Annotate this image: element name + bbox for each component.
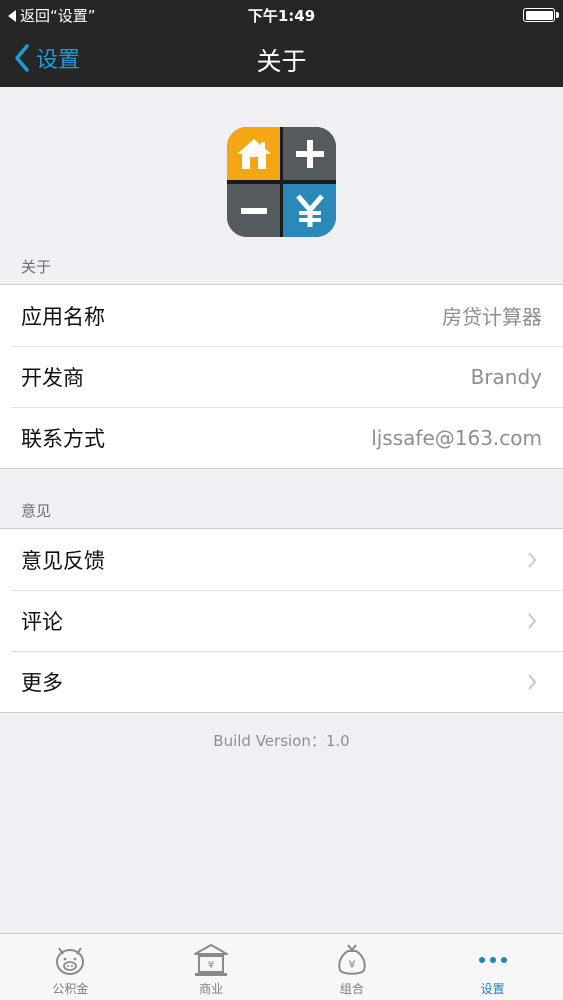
row-label: 更多 bbox=[21, 670, 63, 695]
about-group: 应用名称 房贷计算器 开发商 Brandy 联系方式 ljssafe@163.c… bbox=[0, 284, 563, 469]
plus-icon bbox=[283, 127, 336, 180]
battery-icon bbox=[523, 8, 559, 22]
yen-icon bbox=[283, 184, 336, 237]
feedback-group: 意见反馈 评论 更多 bbox=[0, 528, 563, 713]
more-dots-icon bbox=[478, 957, 507, 963]
tab-label: 公积金 bbox=[52, 982, 89, 996]
pig-icon bbox=[56, 947, 85, 975]
tab-combined[interactable]: ¥ 组合 bbox=[282, 934, 423, 1000]
row-value: 房贷计算器 bbox=[442, 305, 542, 329]
contact-email[interactable]: ljssafe@163.com bbox=[371, 426, 542, 450]
chevron-right-icon bbox=[528, 552, 537, 568]
section-header-about: 关于 bbox=[21, 258, 52, 276]
status-time: 下午1:49 bbox=[247, 7, 316, 25]
tab-housing-fund[interactable]: 公积金 bbox=[0, 934, 141, 1000]
house-icon bbox=[227, 127, 280, 180]
row-value: Brandy bbox=[470, 364, 542, 389]
minus-icon bbox=[227, 184, 280, 237]
tab-settings[interactable]: 设置 bbox=[422, 934, 563, 1000]
chevron-right-icon bbox=[528, 674, 537, 690]
tab-label: 设置 bbox=[480, 982, 505, 996]
navigation-bar: 设置 关于 bbox=[0, 28, 563, 87]
row-developer: 开发商 Brandy bbox=[0, 346, 563, 407]
build-version: Build Version：1.0 bbox=[213, 732, 350, 750]
row-label: 应用名称 bbox=[21, 304, 105, 329]
bank-icon: ¥ bbox=[194, 944, 229, 976]
page-title: 关于 bbox=[256, 47, 307, 76]
svg-text:¥: ¥ bbox=[208, 960, 214, 971]
tab-bar: 公积金 ¥ 商业 ¥ 组合 设置 bbox=[0, 933, 563, 1000]
row-review[interactable]: 评论 bbox=[0, 590, 563, 651]
chevron-right-icon bbox=[528, 613, 537, 629]
tab-label: 商业 bbox=[199, 982, 224, 996]
row-app-name: 应用名称 房贷计算器 bbox=[0, 285, 563, 346]
row-more[interactable]: 更多 bbox=[0, 651, 563, 712]
tab-label: 组合 bbox=[339, 982, 364, 996]
row-contact[interactable]: 联系方式 ljssafe@163.com bbox=[0, 407, 563, 468]
svg-text:¥: ¥ bbox=[348, 958, 355, 971]
status-bar: 返回“设置” 下午1:49 bbox=[0, 0, 563, 28]
row-label: 评论 bbox=[21, 609, 63, 634]
row-label: 意见反馈 bbox=[21, 548, 105, 573]
section-header-feedback: 意见 bbox=[21, 502, 52, 520]
app-icon bbox=[227, 127, 336, 237]
money-bag-icon: ¥ bbox=[338, 944, 366, 975]
tab-commercial[interactable]: ¥ 商业 bbox=[141, 934, 282, 1000]
row-feedback[interactable]: 意见反馈 bbox=[0, 529, 563, 590]
row-label: 联系方式 bbox=[21, 426, 105, 451]
row-label: 开发商 bbox=[21, 365, 84, 390]
